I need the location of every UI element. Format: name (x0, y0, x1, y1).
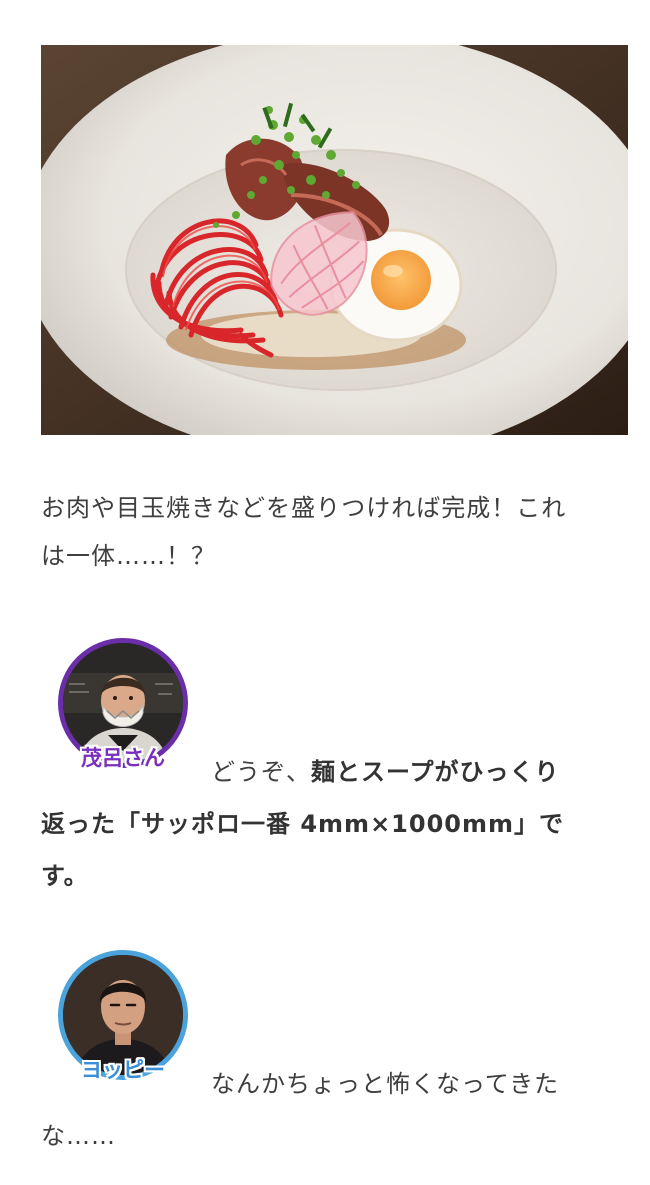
speech-text-bold-3: す。 (41, 862, 89, 890)
intro-paragraph: お肉や目玉焼きなどを盛りつければ完成！これ は一体……！？ (41, 484, 626, 580)
article-body: お肉や目玉焼きなどを盛りつければ完成！これ は一体……！？ 茂呂さん どうぞ、麺… (0, 0, 650, 1185)
dish-photo (41, 45, 628, 435)
speech-text-plain: どうぞ、 (211, 758, 311, 786)
intro-line-1: お肉や目玉焼きなどを盛りつければ完成！これ (41, 494, 567, 522)
speech-text-line-1: なんかちょっと怖くなってきた (211, 1070, 560, 1098)
speech-text: なんかちょっと怖くなってきたな…… (41, 1058, 626, 1162)
speech-text-line-2: な…… (41, 1122, 116, 1150)
speech-text-bold-1: 麺とスープがひっくり (311, 758, 560, 786)
intro-line-2: は一体……！？ (41, 542, 216, 570)
speech-block-yoppy: ヨッピー なんかちょっと怖くなってきた な…… (41, 950, 626, 1160)
speech-text-bold-2: 返った「サッポロ一番 4mm×1000mm」で (41, 810, 564, 838)
speech-block-moro: 茂呂さん どうぞ、麺とスープがひっくり 返った「サッポロ一番 4mm×1000mm… (41, 638, 626, 890)
speech-text: どうぞ、麺とスープがひっくり返った「サッポロ一番 4mm×1000mm」で す。 (41, 746, 626, 902)
